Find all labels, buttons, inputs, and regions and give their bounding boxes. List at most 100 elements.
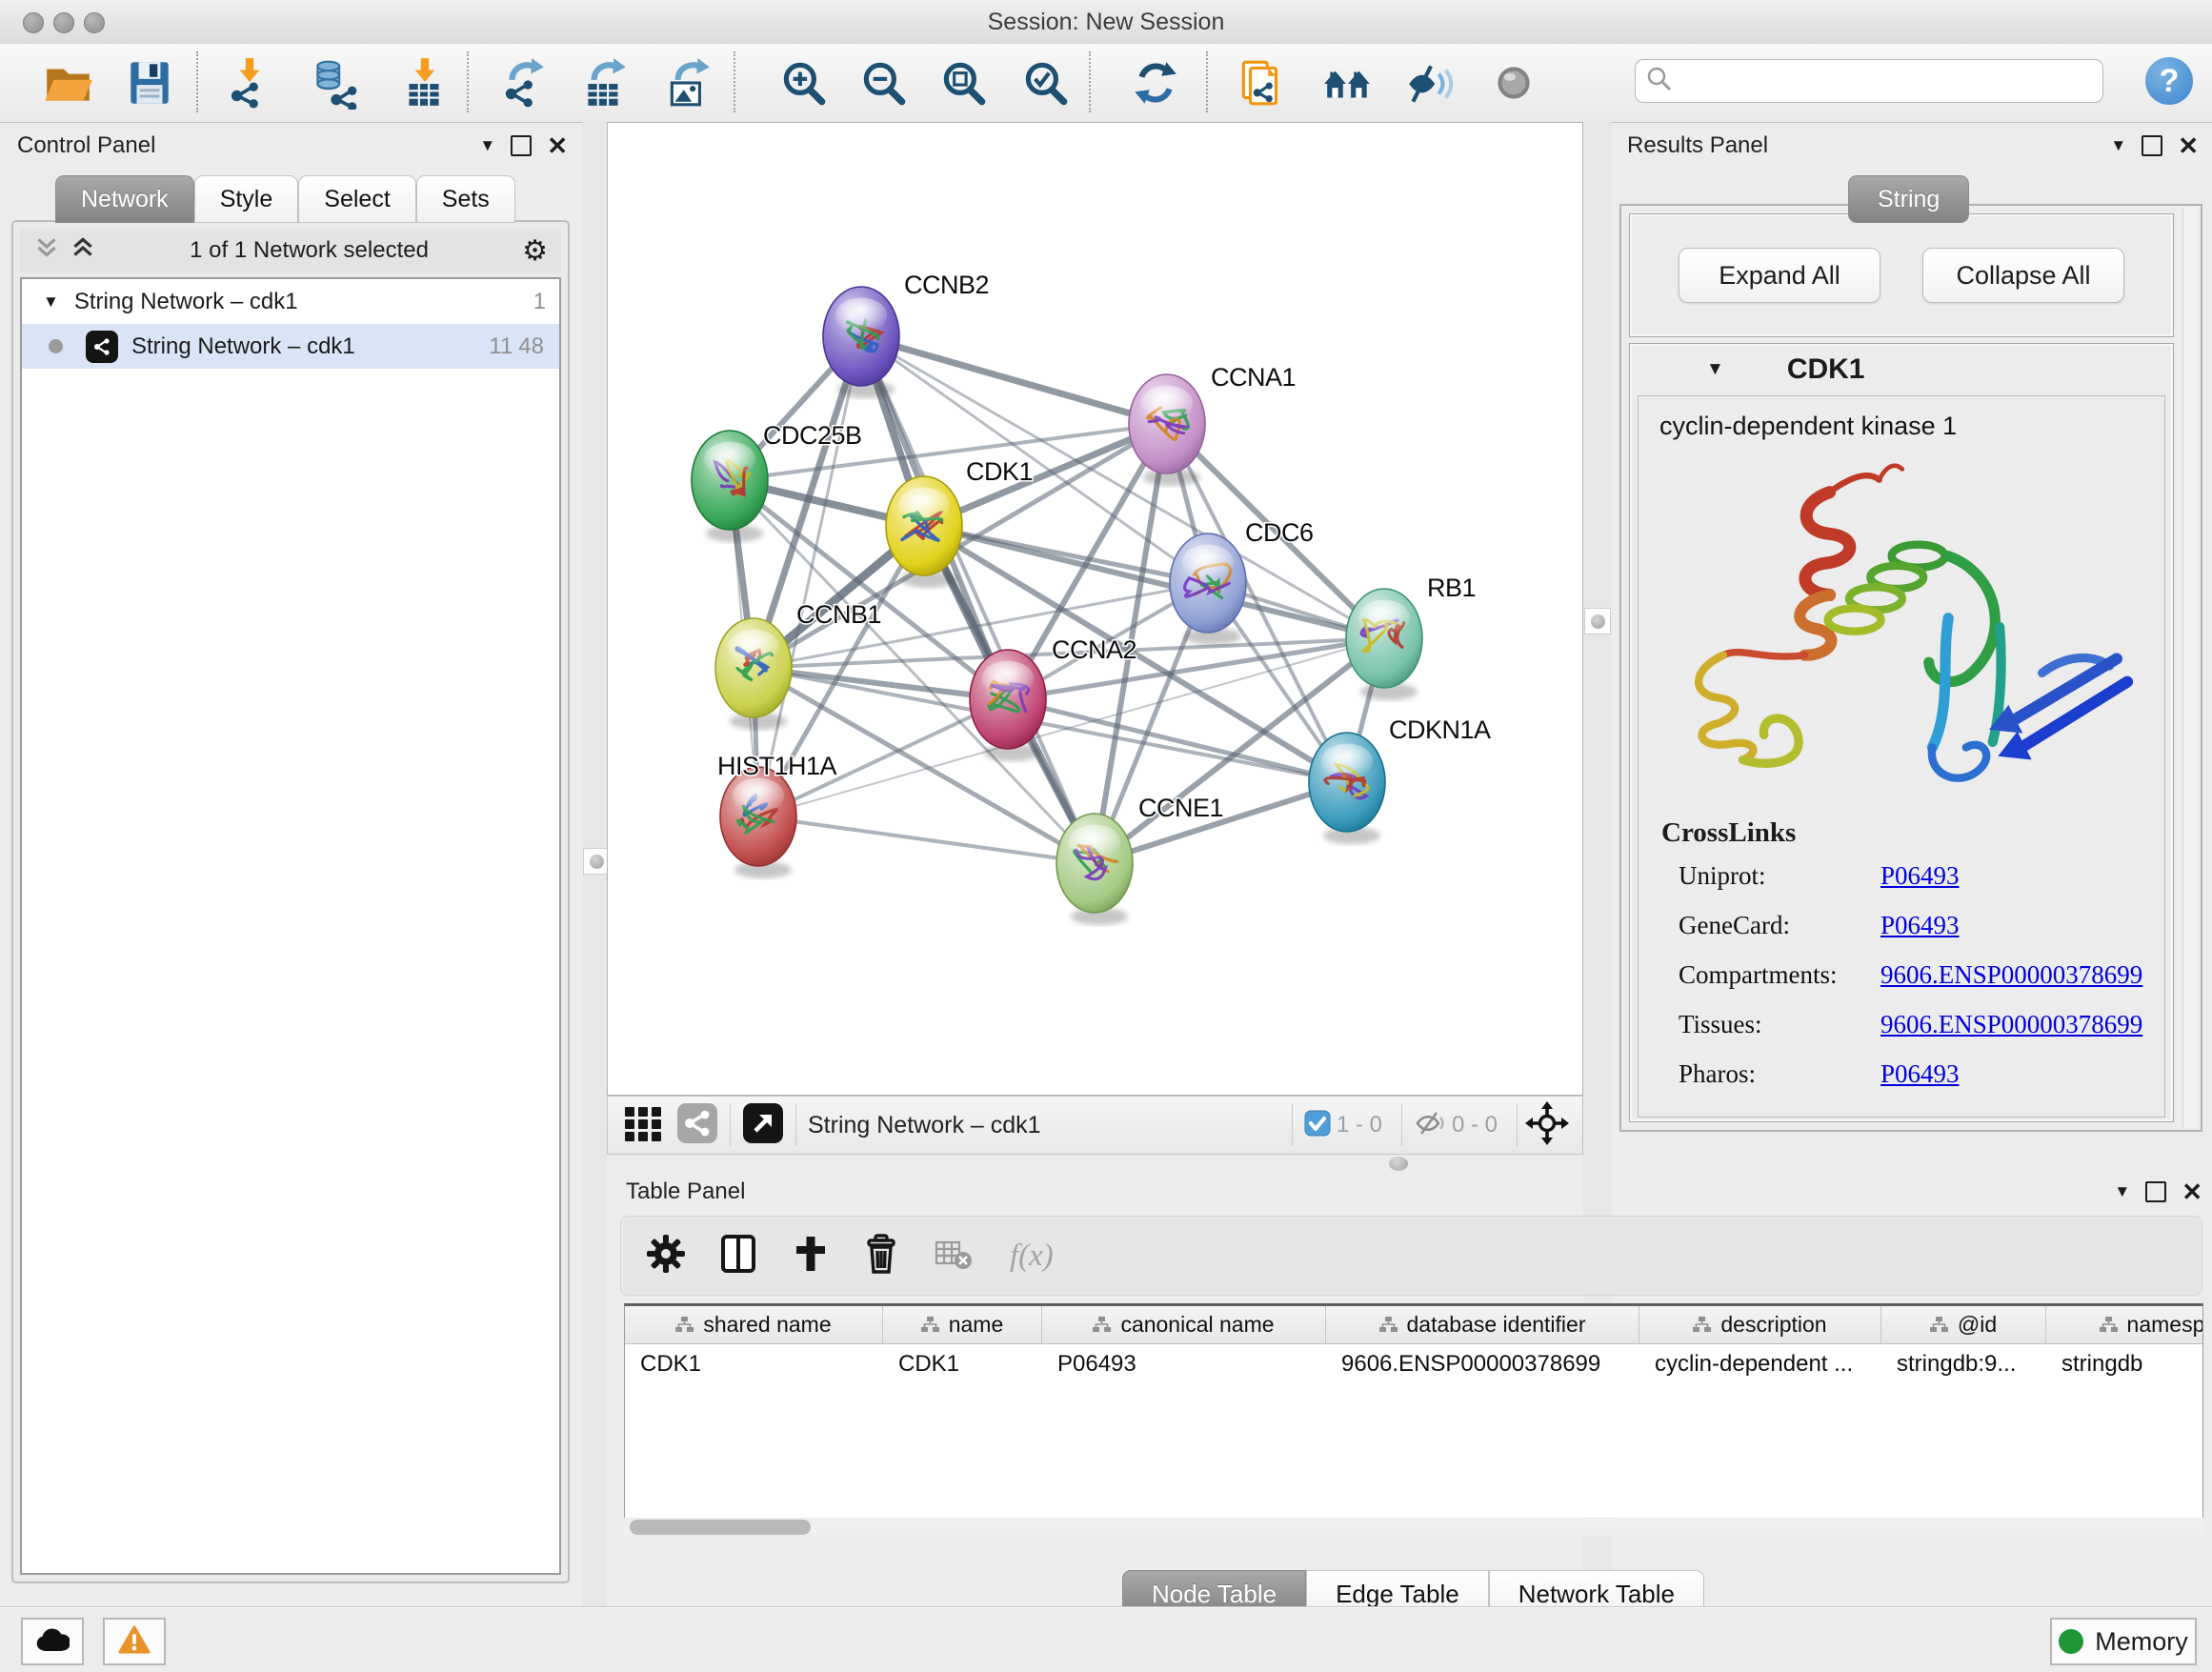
delete-column-icon[interactable] bbox=[863, 1234, 899, 1279]
tab-style[interactable]: Style bbox=[194, 175, 299, 223]
network-view-title: String Network – cdk1 bbox=[808, 1112, 1041, 1139]
open-session-icon[interactable] bbox=[40, 55, 95, 111]
compartments-link[interactable]: 9606.ENSP00000378699 bbox=[1880, 960, 2142, 998]
help-icon[interactable]: ? bbox=[2145, 57, 2193, 105]
string-view-icon[interactable] bbox=[676, 1102, 718, 1149]
results-panel-title: Results Panel bbox=[1627, 132, 1768, 159]
panel-menu-icon[interactable]: ▼ bbox=[479, 136, 495, 155]
panel-float-icon[interactable] bbox=[2145, 1181, 2166, 1202]
zoom-in-icon[interactable] bbox=[775, 55, 831, 111]
expand-all-button[interactable]: Expand All bbox=[1679, 248, 1880, 303]
import-table-file-icon[interactable] bbox=[396, 55, 452, 111]
pharos-link[interactable]: P06493 bbox=[1880, 1059, 1960, 1098]
tab-select[interactable]: Select bbox=[298, 175, 415, 223]
pan-crosshair-icon[interactable] bbox=[1525, 1101, 1569, 1150]
zoom-fit-icon[interactable] bbox=[935, 55, 991, 111]
zoom-selected-icon[interactable] bbox=[1017, 55, 1073, 111]
panel-float-icon[interactable] bbox=[2142, 135, 2162, 156]
collapse-all-networks-icon[interactable] bbox=[33, 234, 60, 268]
export-network-icon[interactable] bbox=[495, 55, 551, 111]
left-splitter-handle[interactable] bbox=[583, 848, 610, 875]
collapse-all-button[interactable]: Collapse All bbox=[1922, 248, 2124, 303]
import-network-file-icon[interactable] bbox=[221, 55, 276, 111]
network-view-canvas[interactable]: CCNB2CCNA1CDC25BCDK1CDC6RB1CCNB1CCNA2CDK… bbox=[607, 122, 1583, 1096]
expand-all-networks-icon[interactable] bbox=[70, 234, 96, 268]
current-network-dot-icon bbox=[49, 339, 63, 353]
search-icon bbox=[1645, 65, 1674, 98]
tab-network[interactable]: Network bbox=[55, 175, 194, 223]
hide-panel-icon[interactable] bbox=[1402, 55, 1458, 111]
left-splitter[interactable] bbox=[583, 122, 607, 1606]
cloud-icon bbox=[35, 1627, 70, 1657]
table-toolbar: f(x) bbox=[620, 1216, 2202, 1296]
panel-menu-icon[interactable]: ▼ bbox=[2110, 136, 2126, 155]
toolbar-separator bbox=[467, 51, 469, 112]
crosslink-row: Pharos: P06493 bbox=[1679, 1059, 2155, 1098]
genecard-link[interactable]: P06493 bbox=[1880, 911, 1960, 949]
birdseye-grid-icon[interactable] bbox=[623, 1103, 663, 1148]
bottom-splitter-handle[interactable] bbox=[1389, 1157, 1408, 1171]
panel-close-icon[interactable]: ✕ bbox=[2182, 1182, 2202, 1201]
panel-close-icon[interactable]: ✕ bbox=[2178, 136, 2199, 155]
selected-count-badge: 1 - 0 bbox=[1337, 1112, 1382, 1138]
network-node-CDC25B: CDC25B bbox=[692, 421, 862, 542]
main-toolbar: ? bbox=[0, 44, 2212, 123]
svg-text:CCNE1: CCNE1 bbox=[1138, 794, 1223, 822]
string-network-graph[interactable]: CCNB2CCNA1CDC25BCDK1CDC6RB1CCNB1CCNA2CDK… bbox=[608, 123, 1582, 1095]
network-list: ▼ String Network – cdk1 1 String Network… bbox=[20, 277, 561, 1575]
panel-float-icon[interactable] bbox=[511, 135, 532, 156]
svg-text:CCNB2: CCNB2 bbox=[904, 271, 989, 299]
export-table-icon[interactable] bbox=[577, 55, 633, 111]
node-result-card: ▼ CDK1 cyclin-dependent kinase 1 bbox=[1629, 343, 2174, 1122]
network-node-CDC6: CDC6 bbox=[1170, 518, 1314, 645]
panel-close-icon[interactable]: ✕ bbox=[547, 136, 568, 155]
tab-sets[interactable]: Sets bbox=[416, 175, 515, 223]
control-panel: Control Panel ▼ ✕ Network Style Select S… bbox=[0, 122, 583, 1606]
node-table[interactable]: shared name name canonical name database… bbox=[624, 1303, 2203, 1518]
entry-expander-icon[interactable]: ▼ bbox=[1706, 359, 1724, 380]
tab-string[interactable]: String bbox=[1848, 175, 1969, 223]
svg-text:CCNA1: CCNA1 bbox=[1211, 363, 1296, 392]
show-columns-icon[interactable] bbox=[720, 1234, 758, 1279]
apply-layout-icon[interactable] bbox=[1128, 55, 1183, 111]
cloud-status-button[interactable] bbox=[21, 1618, 84, 1665]
hidden-count-badge: 0 - 0 bbox=[1452, 1112, 1498, 1138]
memory-button[interactable]: Memory bbox=[2050, 1618, 2197, 1665]
panel-menu-icon[interactable]: ▼ bbox=[2114, 1182, 2130, 1201]
detach-view-icon[interactable] bbox=[742, 1102, 784, 1149]
table-horizontal-scrollbar[interactable] bbox=[624, 1519, 2203, 1536]
document-network-icon[interactable] bbox=[1235, 55, 1290, 111]
network-label: String Network – cdk1 bbox=[131, 333, 355, 360]
export-image-icon[interactable] bbox=[661, 55, 716, 111]
column-header: canonical name bbox=[1042, 1306, 1326, 1344]
save-session-icon[interactable] bbox=[122, 55, 177, 111]
column-header: name bbox=[883, 1306, 1042, 1344]
zoom-out-icon[interactable] bbox=[855, 55, 911, 111]
uniprot-link[interactable]: P06493 bbox=[1880, 861, 1960, 899]
node-result-header[interactable]: ▼ CDK1 bbox=[1632, 346, 2171, 393]
search-input[interactable] bbox=[1674, 67, 2078, 95]
network-collection-row[interactable]: ▼ String Network – cdk1 1 bbox=[22, 279, 559, 324]
collection-expander-icon[interactable]: ▼ bbox=[43, 292, 59, 312]
hidden-eye-icon bbox=[1414, 1107, 1446, 1144]
toolbar-separator bbox=[196, 51, 198, 112]
search-field[interactable] bbox=[1635, 59, 2103, 103]
table-row[interactable]: CDK1 CDK1 P06493 9606.ENSP00000378699 cy… bbox=[625, 1344, 2202, 1384]
tissues-link[interactable]: 9606.ENSP00000378699 bbox=[1880, 1010, 2142, 1048]
results-button-row: Expand All Collapse All bbox=[1629, 213, 2174, 337]
scrollbar-thumb[interactable] bbox=[630, 1520, 811, 1535]
network-row[interactable]: String Network – cdk1 11 48 bbox=[22, 324, 559, 369]
collection-count: 1 bbox=[533, 289, 546, 315]
home-icon[interactable] bbox=[1320, 55, 1376, 111]
results-scrollbar[interactable] bbox=[2182, 208, 2198, 1128]
control-panel-title: Control Panel bbox=[17, 132, 155, 159]
warning-status-button[interactable] bbox=[103, 1618, 166, 1665]
svg-text:CCNA2: CCNA2 bbox=[1052, 635, 1136, 664]
right-splitter-handle[interactable] bbox=[1584, 608, 1611, 635]
network-options-gear-icon[interactable]: ⚙ bbox=[522, 234, 548, 268]
add-column-icon[interactable] bbox=[793, 1234, 829, 1279]
crosslinks-title: CrossLinks bbox=[1661, 817, 1796, 849]
import-network-database-icon[interactable] bbox=[307, 55, 362, 111]
table-settings-gear-icon[interactable] bbox=[646, 1234, 686, 1279]
protein-structure-image bbox=[1646, 450, 2180, 804]
